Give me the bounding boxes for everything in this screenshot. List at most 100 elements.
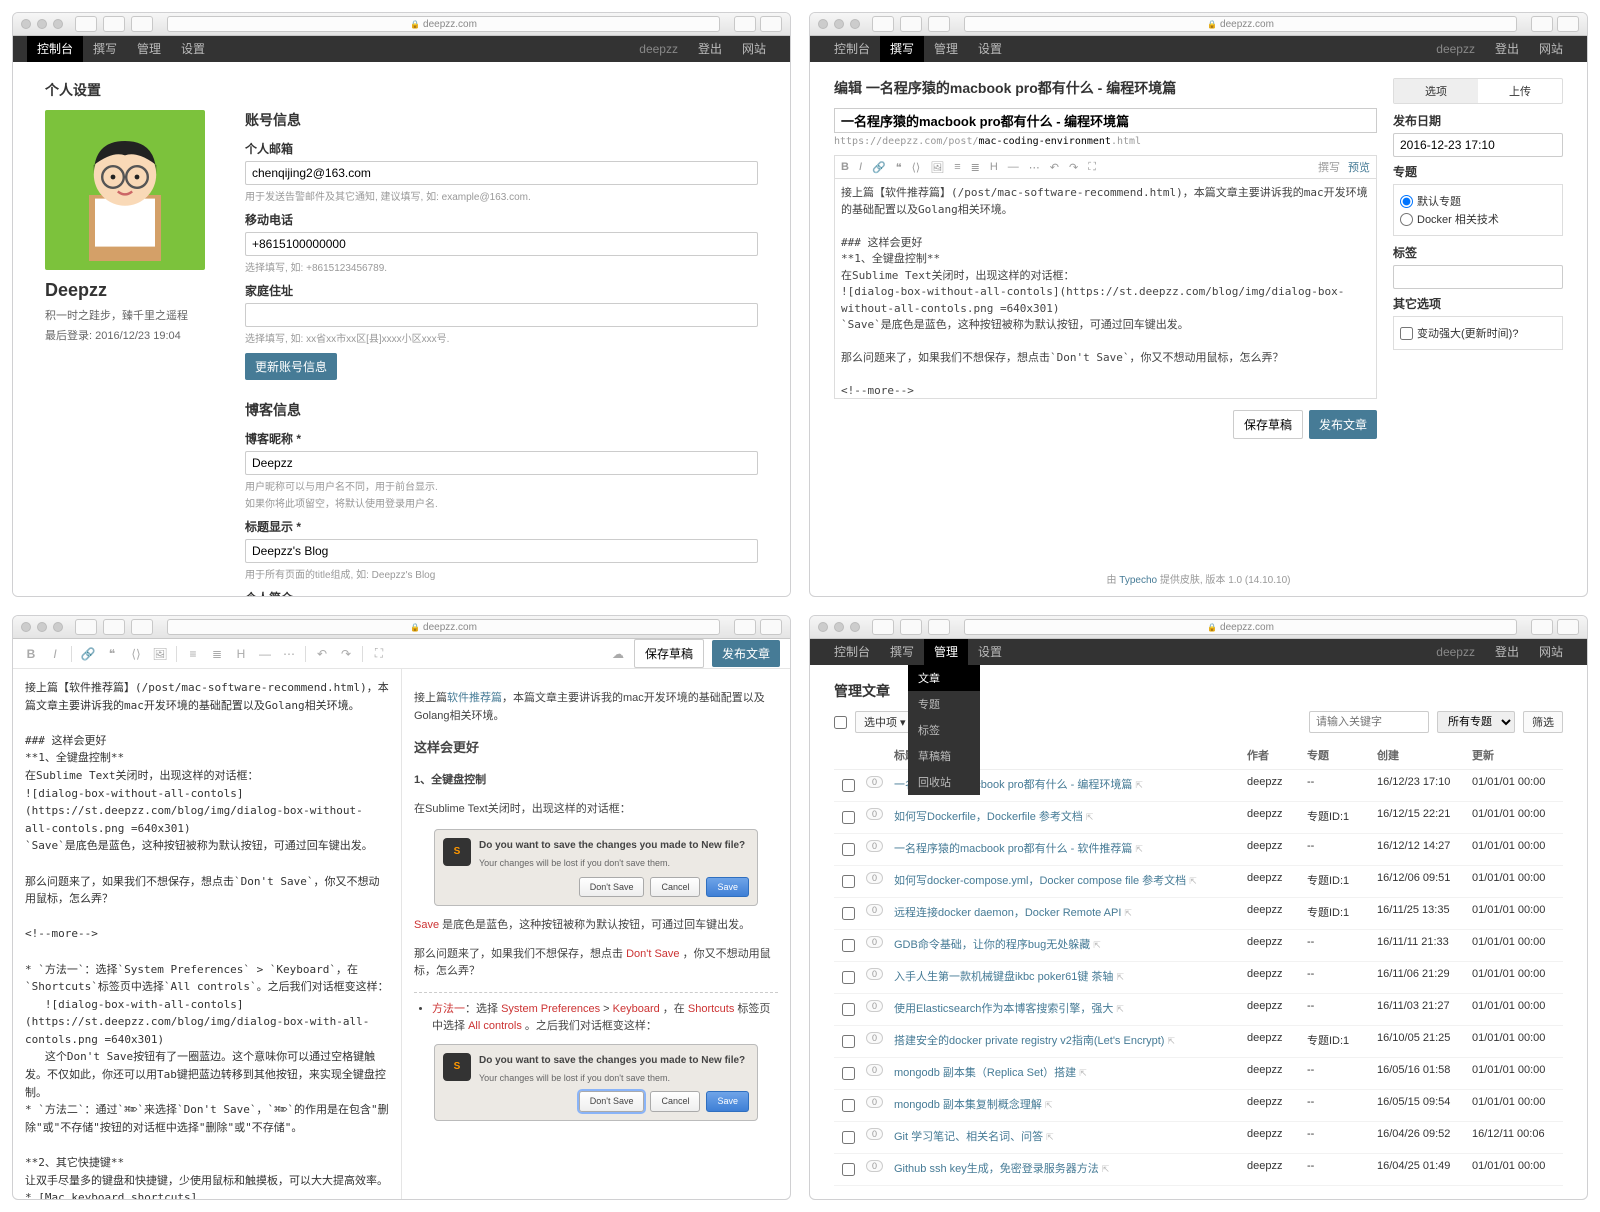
btn-save[interactable]: Save [706, 877, 749, 897]
article-title-link[interactable]: 使用Elasticsearch作为本博客搜索引擎，强大 [894, 1003, 1113, 1015]
btn-link[interactable]: 🔗 [80, 647, 96, 661]
markdown-source[interactable]: 接上篇【软件推荐篇】(/post/mac-software-recommend.… [13, 669, 402, 1199]
row-checkbox[interactable] [842, 779, 855, 792]
row-checkbox[interactable] [842, 1099, 855, 1112]
forward-button[interactable] [900, 619, 922, 635]
btn-heading[interactable]: H [990, 161, 998, 173]
btn-publish[interactable]: 发布文章 [1309, 410, 1377, 439]
btn-quote[interactable]: ❝ [104, 647, 120, 661]
row-checkbox[interactable] [842, 875, 855, 888]
editor-textarea[interactable]: 接上篇【软件推荐篇】(/post/mac-software-recommend.… [834, 179, 1377, 399]
tab-write[interactable]: 撰写 [1318, 159, 1340, 175]
external-link-icon[interactable]: ⇱ [1046, 1132, 1054, 1142]
nav-logout[interactable]: 登出 [688, 36, 732, 62]
external-link-icon[interactable]: ⇱ [1135, 780, 1143, 790]
article-title-link[interactable]: 入手人生第一款机械键盘ikbc poker61键 茶轴 [894, 971, 1113, 983]
input-tags[interactable] [1393, 265, 1563, 289]
row-checkbox[interactable] [842, 907, 855, 920]
dropdown-item[interactable]: 标签 [908, 717, 980, 743]
checkbox-select-all[interactable] [834, 716, 847, 729]
external-link-icon[interactable]: ⇱ [1116, 972, 1124, 982]
btn-quote[interactable]: ❝ [896, 161, 902, 174]
sidetab-upload[interactable]: 上传 [1478, 79, 1562, 103]
btn-more[interactable]: ⋯ [1029, 161, 1040, 174]
input-title[interactable] [245, 539, 758, 563]
btn-redo[interactable]: ↷ [338, 647, 354, 661]
btn-hr[interactable]: — [257, 647, 273, 661]
btn-image[interactable]: 🖼 [930, 161, 944, 174]
nav-write[interactable]: 撰写 [880, 36, 924, 62]
nav-user[interactable]: deepzz [1426, 36, 1485, 62]
external-link-icon[interactable]: ⇱ [1124, 908, 1132, 918]
nav-settings[interactable]: 设置 [171, 36, 215, 62]
btn-link[interactable]: 🔗 [872, 161, 886, 174]
dropdown-item[interactable]: 草稿箱 [908, 743, 980, 769]
btn-code[interactable]: ⟨⟩ [912, 161, 921, 174]
btn-publish[interactable]: 发布文章 [712, 640, 780, 667]
external-link-icon[interactable]: ⇱ [1167, 1036, 1175, 1046]
btn-heading[interactable]: H [233, 647, 249, 661]
btn-hr[interactable]: — [1008, 161, 1019, 173]
tabs-button[interactable] [760, 16, 782, 32]
external-link-icon[interactable]: ⇱ [1045, 1100, 1053, 1110]
external-link-icon[interactable]: ⇱ [1102, 1164, 1110, 1174]
btn-code[interactable]: ⟨⟩ [128, 647, 144, 661]
btn-undo[interactable]: ↶ [314, 647, 330, 661]
btn-save-draft[interactable]: 保存草稿 [1233, 410, 1303, 439]
slug-editable[interactable]: mac-coding-environment [979, 136, 1111, 147]
nav-write[interactable]: 撰写 [83, 36, 127, 62]
article-title-link[interactable]: GDB命令基础，让你的程序bug无处躲藏 [894, 939, 1090, 951]
btn-redo[interactable]: ↷ [1069, 161, 1078, 174]
row-checkbox[interactable] [842, 811, 855, 824]
btn-image[interactable]: 🖼 [152, 647, 168, 661]
article-title-link[interactable]: 搭建安全的docker private registry v2指南(Let's … [894, 1035, 1164, 1047]
btn-cancel[interactable]: Cancel [650, 1091, 700, 1111]
btn-ol[interactable]: ≡ [185, 647, 201, 661]
btn-bold[interactable]: B [23, 647, 39, 661]
share-button[interactable] [734, 16, 756, 32]
external-link-icon[interactable]: ⇱ [1135, 844, 1143, 854]
btn-cancel[interactable]: Cancel [650, 877, 700, 897]
article-title-link[interactable]: 远程连接docker daemon，Docker Remote API [894, 907, 1121, 919]
sidetab-options[interactable]: 选项 [1394, 79, 1478, 103]
btn-filter[interactable]: 筛选 [1523, 711, 1563, 733]
btn-italic[interactable]: I [47, 647, 63, 661]
share-button[interactable] [734, 619, 756, 635]
btn-update-account[interactable]: 更新账号信息 [245, 353, 337, 380]
nav-user[interactable]: deepzz [1426, 639, 1485, 665]
dropdown-item[interactable]: 文章 [908, 665, 980, 691]
link-typecho[interactable]: Typecho [1119, 575, 1157, 586]
tabs-button[interactable] [760, 619, 782, 635]
row-checkbox[interactable] [842, 843, 855, 856]
row-checkbox[interactable] [842, 939, 855, 952]
tabs-button[interactable] [1557, 619, 1579, 635]
forward-button[interactable] [103, 16, 125, 32]
nav-settings[interactable]: 设置 [968, 639, 1012, 665]
input-phone[interactable] [245, 232, 758, 256]
row-checkbox[interactable] [842, 1035, 855, 1048]
address-bar[interactable]: deepzz.com [964, 16, 1517, 32]
search-input[interactable] [1309, 711, 1429, 733]
nav-manage[interactable]: 管理 [127, 36, 171, 62]
btn-selected-action[interactable]: 选中项 ▾ [855, 711, 915, 733]
btn-dont-save[interactable]: Don't Save [579, 1091, 645, 1111]
nav-logout[interactable]: 登出 [1485, 36, 1529, 62]
nav-site[interactable]: 网站 [732, 36, 776, 62]
nav-write[interactable]: 撰写 [880, 639, 924, 665]
article-title-link[interactable]: Git 学习笔记、相关名词、问答 [894, 1131, 1043, 1143]
back-button[interactable] [75, 619, 97, 635]
row-checkbox[interactable] [842, 1131, 855, 1144]
article-title-link[interactable]: 一名程序猿的macbook pro都有什么 - 软件推荐篇 [894, 843, 1132, 855]
input-pubdate[interactable] [1393, 133, 1563, 157]
sidebar-button[interactable] [131, 16, 153, 32]
filter-topic[interactable]: 所有专题 [1437, 711, 1515, 733]
nav-console[interactable]: 控制台 [824, 36, 880, 62]
article-title-link[interactable]: mongodb 副本集复制概念理解 [894, 1099, 1042, 1111]
row-checkbox[interactable] [842, 1003, 855, 1016]
btn-undo[interactable]: ↶ [1050, 161, 1059, 174]
article-title-link[interactable]: mongodb 副本集（Replica Set）搭建 [894, 1067, 1076, 1079]
nav-settings[interactable]: 设置 [968, 36, 1012, 62]
address-bar[interactable]: deepzz.com [167, 619, 720, 635]
external-link-icon[interactable]: ⇱ [1189, 876, 1197, 886]
radio-topic-default[interactable]: 默认专题 [1400, 193, 1556, 209]
